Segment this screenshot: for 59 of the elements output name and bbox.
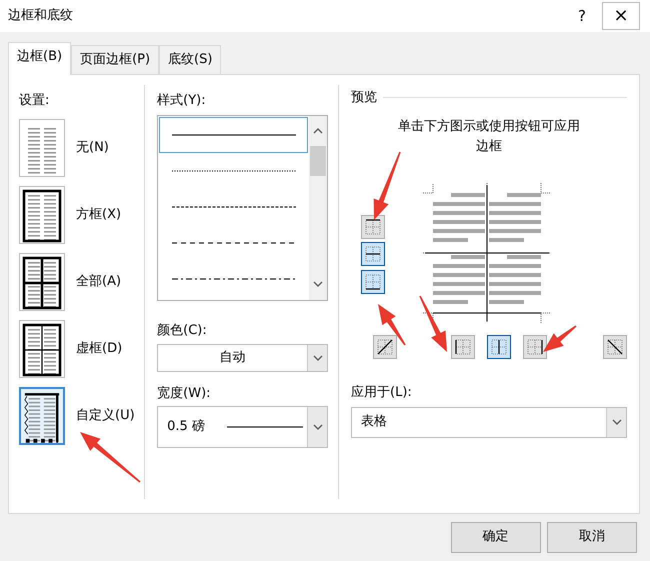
chevron-down-icon [312,424,322,430]
setting-option[interactable] [19,387,65,445]
border-icon [364,218,382,236]
border-toggle-button[interactable] [361,270,385,294]
border-toggle-button[interactable] [603,335,627,359]
chevron-down-icon [612,419,622,425]
annotation-arrow [80,432,140,483]
border-icon [526,338,544,356]
border-toggle-button[interactable] [361,242,385,266]
scroll-up-icon [313,128,323,134]
field-label: 颜色(C): [157,322,207,340]
border-toggle-button[interactable] [523,335,547,359]
border-icon [364,245,382,264]
dialog-button[interactable]: 确定 [450,522,540,552]
border-toggle-button[interactable] [373,335,397,359]
annotation-arrow [378,304,406,346]
tab[interactable]: 页面边框(P) [71,45,160,74]
tab[interactable]: 边框(B) [8,42,72,74]
border-toggle-button[interactable] [361,215,385,239]
window-title: 边框和底纹 [8,7,73,26]
scrollbar-thumb[interactable] [310,146,326,176]
line-style-option[interactable] [159,117,308,153]
tab[interactable]: 底纹(S) [159,45,222,74]
border-setting-icon [23,391,61,445]
setting-option[interactable] [19,320,65,378]
dropdown[interactable]: 自动 [157,344,328,372]
field-label: 样式(Y): [157,92,206,110]
setting-label[interactable]: 全部(A) [76,272,122,292]
setting-label[interactable]: 自定义(U) [76,406,135,426]
border-setting-icon [22,323,62,377]
annotation-arrow [419,296,447,352]
section-label: 预览 [351,88,377,106]
section-label: 设置: [19,92,50,110]
border-setting-icon [22,189,62,243]
border-icon [490,338,508,356]
setting-option[interactable] [19,186,65,244]
border-icon [606,338,624,356]
chevron-down-icon [312,354,322,360]
border-icon [454,338,472,356]
help-button[interactable]: ? [562,4,602,28]
field-label: 宽度(W): [157,384,211,402]
border-setting-icon [22,256,62,310]
dialog-button[interactable]: 取消 [547,522,637,552]
border-icon [376,338,394,356]
setting-label[interactable]: 虚框(D) [76,339,122,359]
setting-label[interactable]: 无(N) [76,138,109,158]
setting-label[interactable]: 方框(X) [76,205,122,225]
close-button[interactable]: × [602,2,640,30]
border-icon [364,272,382,290]
annotation-arrow [374,152,401,220]
instruction-text: 单击下方图示或使用按钮可应用边框 [398,118,580,156]
annotation-arrow [543,325,576,352]
setting-option[interactable] [19,253,65,311]
border-toggle-button[interactable] [487,335,511,359]
dropdown[interactable]: 0.5 磅 [157,406,328,448]
field-label: 应用于(L): [351,384,412,402]
dropdown[interactable]: 表格 [351,406,627,438]
border-toggle-button[interactable] [451,335,475,359]
chevron-down-icon [313,280,323,287]
